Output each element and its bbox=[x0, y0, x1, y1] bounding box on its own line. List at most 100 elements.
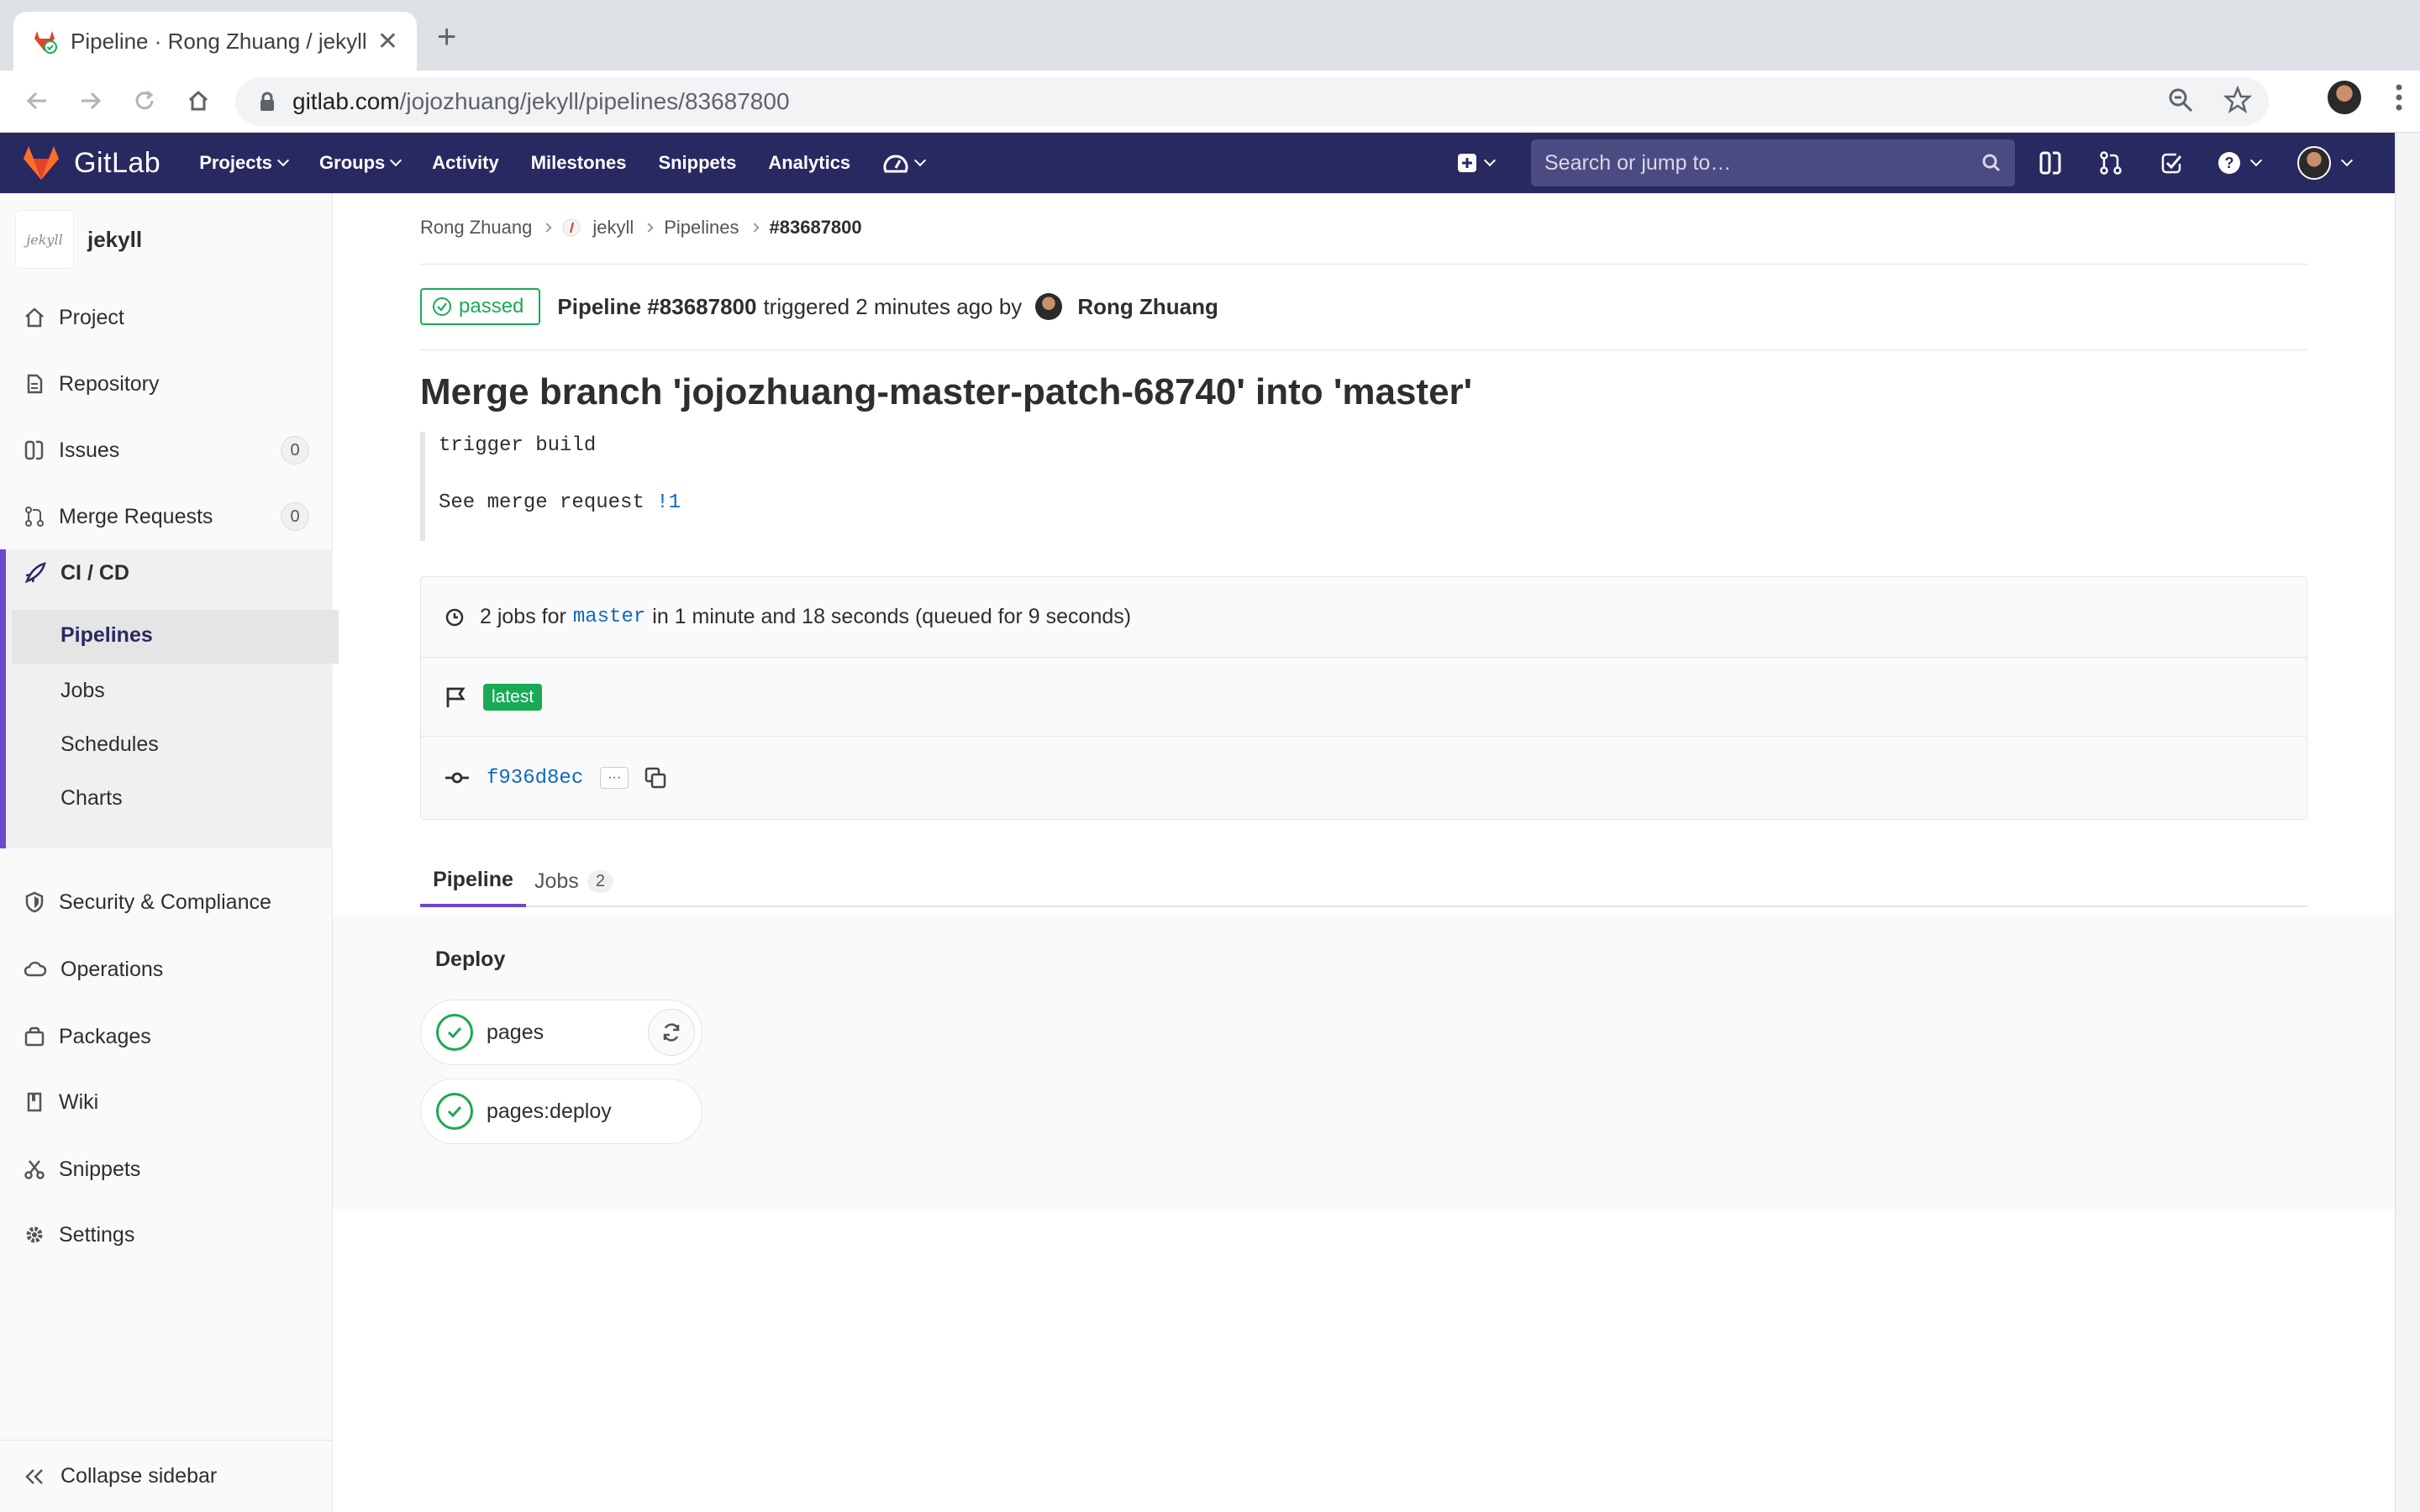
chevron-down-icon bbox=[2340, 154, 2354, 167]
breadcrumb-current[interactable]: #83687800 bbox=[770, 217, 862, 239]
merge-requests-count-badge: 0 bbox=[281, 502, 309, 531]
collapse-sidebar-button[interactable]: Collapse sidebar bbox=[0, 1440, 333, 1512]
sidebar-subitem-charts[interactable]: Charts bbox=[60, 786, 123, 811]
lock-icon bbox=[260, 92, 274, 111]
pipeline-tabs: Pipeline Jobs 2 bbox=[420, 855, 2307, 907]
sidebar-cicd-section: CI / CD Pipelines Jobs Schedules Charts bbox=[0, 548, 339, 848]
sidebar-item-snippets[interactable]: Snippets bbox=[0, 1144, 333, 1194]
sidebar-item-wiki[interactable]: Wiki bbox=[0, 1077, 333, 1127]
user-avatar[interactable] bbox=[1035, 293, 1063, 320]
sidebar-item-settings[interactable]: Settings bbox=[0, 1210, 333, 1260]
issues-shortcut[interactable] bbox=[2039, 133, 2062, 193]
new-tab-icon[interactable]: + bbox=[437, 20, 456, 54]
breadcrumb-project[interactable]: jekyll bbox=[592, 217, 634, 239]
job-pages-deploy[interactable]: pages:deploy bbox=[420, 1079, 702, 1144]
gitlab-top-nav: GitLab Projects Groups Activity Mileston… bbox=[0, 133, 2395, 193]
breadcrumb-user[interactable]: Rong Zhuang bbox=[420, 217, 532, 239]
chevron-down-icon bbox=[390, 154, 402, 167]
address-bar[interactable]: gitlab.com/jojozhuang/jekyll/pipelines/8… bbox=[235, 77, 2269, 126]
sidebar-item-operations[interactable]: Operations bbox=[0, 944, 333, 995]
new-item-dropdown[interactable] bbox=[1457, 133, 1497, 193]
zoom-icon[interactable] bbox=[2166, 86, 2195, 114]
nav-performance-bar[interactable] bbox=[882, 151, 927, 175]
kebab-menu-icon[interactable] bbox=[2395, 83, 2403, 112]
retry-button[interactable] bbox=[648, 1009, 695, 1056]
pipeline-graph: Deploy pages pages:deploy bbox=[333, 916, 2395, 1210]
commit-row: f936d8ec ··· bbox=[421, 737, 2307, 819]
issues-icon bbox=[24, 440, 44, 460]
expand-commit-button[interactable]: ··· bbox=[600, 767, 629, 789]
browser-toolbar: gitlab.com/jojozhuang/jekyll/pipelines/8… bbox=[0, 71, 2420, 133]
branch-link[interactable]: master bbox=[573, 606, 645, 628]
page-scrollbar[interactable] bbox=[2395, 133, 2420, 1512]
url-text: gitlab.com/jojozhuang/jekyll/pipelines/8… bbox=[292, 88, 790, 114]
triggered-by-user[interactable]: Rong Zhuang bbox=[1077, 294, 1218, 320]
tab-pipeline[interactable]: Pipeline bbox=[420, 855, 526, 907]
triggered-text: triggered 2 minutes ago by bbox=[763, 293, 1023, 319]
breadcrumb: Rong Zhuang jekyll Pipelines #83687800 bbox=[420, 217, 862, 239]
back-arrow-icon[interactable] bbox=[18, 82, 55, 119]
close-tab-icon[interactable]: ✕ bbox=[377, 27, 398, 56]
chevron-right-icon bbox=[749, 223, 760, 233]
sidebar-item-security[interactable]: Security & Compliance bbox=[0, 877, 333, 927]
job-pages[interactable]: pages bbox=[420, 1000, 702, 1065]
cloud-icon bbox=[24, 961, 47, 977]
sidebar-subitem-jobs[interactable]: Jobs bbox=[60, 679, 105, 703]
nav-groups[interactable]: Groups bbox=[319, 152, 402, 174]
chevron-down-icon bbox=[914, 154, 927, 167]
gitlab-logo[interactable]: GitLab bbox=[22, 145, 160, 181]
gear-icon bbox=[26, 1226, 43, 1243]
browser-tab-title: Pipeline · Rong Zhuang / jekyll bbox=[71, 28, 367, 54]
tags-row: latest bbox=[421, 658, 2307, 737]
issues-count-badge: 0 bbox=[281, 436, 309, 465]
chevron-down-icon bbox=[2249, 154, 2263, 167]
retry-icon bbox=[663, 1023, 680, 1042]
home-button-icon[interactable] bbox=[180, 82, 217, 119]
pipeline-id: Pipeline #83687800 bbox=[557, 293, 757, 319]
browser-tabbar: Pipeline · Rong Zhuang / jekyll ✕ + bbox=[0, 0, 2420, 71]
sidebar-item-issues[interactable]: Issues 0 bbox=[0, 425, 333, 475]
sidebar-item-merge-requests[interactable]: Merge Requests 0 bbox=[0, 491, 333, 542]
status-badge[interactable]: passed bbox=[420, 288, 541, 325]
merge-request-link[interactable]: !1 bbox=[656, 491, 681, 514]
sidebar-project-header[interactable]: jekyll jekyll bbox=[0, 193, 332, 286]
user-menu[interactable] bbox=[2297, 133, 2354, 193]
breadcrumb-pipelines[interactable]: Pipelines bbox=[664, 217, 739, 239]
clock-icon bbox=[445, 608, 464, 626]
bookmark-star-icon[interactable] bbox=[2223, 86, 2252, 114]
user-avatar bbox=[2297, 146, 2331, 180]
sidebar-subitem-pipelines[interactable]: Pipelines bbox=[60, 623, 153, 648]
divider bbox=[420, 264, 2307, 265]
help-dropdown[interactable]: ? bbox=[2217, 133, 2263, 193]
browser-tab[interactable]: Pipeline · Rong Zhuang / jekyll ✕ bbox=[13, 12, 417, 71]
sidebar-item-repository[interactable]: Repository bbox=[0, 359, 333, 409]
home-icon bbox=[25, 307, 44, 328]
commit-line: trigger build bbox=[439, 434, 597, 457]
project-avatar: jekyll bbox=[15, 210, 74, 269]
project-sidebar: jekyll jekyll Project Repository Issues … bbox=[0, 193, 339, 1512]
chevron-right-icon bbox=[644, 223, 654, 233]
sidebar-item-project[interactable]: Project bbox=[0, 292, 333, 343]
nav-milestones[interactable]: Milestones bbox=[531, 152, 627, 174]
plus-square-icon bbox=[1458, 154, 1476, 172]
browser-profile-avatar[interactable] bbox=[2328, 81, 2361, 114]
stage-title: Deploy bbox=[435, 948, 506, 971]
todos-shortcut[interactable] bbox=[2160, 133, 2183, 193]
commit-sha-link[interactable]: f936d8ec bbox=[487, 767, 583, 790]
sidebar-item-cicd[interactable]: CI / CD bbox=[0, 548, 333, 598]
commit-description: trigger build See merge request !1 bbox=[420, 432, 681, 541]
tab-jobs[interactable]: Jobs 2 bbox=[534, 855, 613, 907]
nav-projects[interactable]: Projects bbox=[199, 152, 290, 174]
copy-icon[interactable] bbox=[644, 766, 667, 790]
project-avatar-small-icon bbox=[562, 218, 581, 237]
merge-request-icon bbox=[2100, 151, 2122, 175]
merge-requests-shortcut[interactable] bbox=[2099, 133, 2123, 193]
nav-activity[interactable]: Activity bbox=[432, 152, 498, 174]
forward-arrow-icon[interactable] bbox=[72, 82, 109, 119]
reload-icon[interactable] bbox=[126, 82, 163, 119]
nav-snippets[interactable]: Snippets bbox=[658, 152, 736, 174]
nav-analytics[interactable]: Analytics bbox=[768, 152, 850, 174]
search-input[interactable]: Search or jump to… bbox=[1531, 139, 2015, 186]
sidebar-item-packages[interactable]: Packages bbox=[0, 1011, 333, 1062]
sidebar-subitem-schedules[interactable]: Schedules bbox=[60, 732, 159, 757]
